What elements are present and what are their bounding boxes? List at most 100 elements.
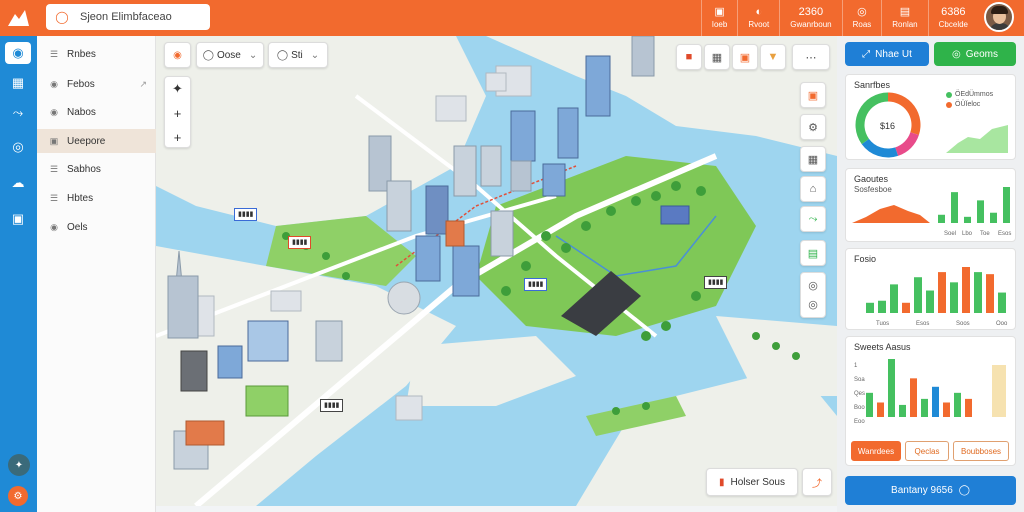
tab-label: Qeclas [914, 446, 940, 456]
layer-tool-4[interactable]: ⌂ [800, 176, 826, 202]
rail-route-icon[interactable]: ⤳ [5, 102, 31, 124]
layer-tool-5[interactable]: ⤳ [800, 206, 826, 232]
sidebar-item-6[interactable]: ☰ Hbtes [37, 186, 156, 210]
circle-icon: ◉ [50, 78, 58, 89]
secondary-action-button[interactable]: ◎ Geoms [934, 42, 1016, 66]
tab-label: Boubboses [960, 446, 1002, 456]
bar [910, 378, 917, 417]
logo-icon [8, 10, 29, 26]
map-marker-label[interactable]: ▮▮▮▮ [288, 236, 312, 249]
tick-label: Qes [854, 391, 865, 397]
bar [877, 402, 884, 417]
bar [902, 302, 910, 313]
bar [986, 274, 994, 313]
stop-icon: ■ [685, 51, 693, 63]
map-layers-button[interactable]: ◉ [164, 42, 191, 68]
map-tool-stop[interactable]: ■ [676, 44, 702, 70]
stat-icon: ◎ [857, 6, 867, 18]
map-view[interactable]: ◉ ◯ Oose ⌄ ◯ Sti ⌄ ✦ + + ■ ▦ ▣ ▼ ⋯ ▣ ⚙ ▦… [156, 36, 837, 506]
layer-tool-3[interactable]: ▦ [800, 146, 826, 172]
sidebar-item-7[interactable]: ◉ Oels [37, 215, 156, 239]
tick-label: Esos [998, 231, 1011, 237]
rail-cloud-icon[interactable]: ☁ [5, 172, 31, 194]
sidebar-item-2[interactable]: ◉ Febos ↗ [37, 72, 156, 96]
map-legend-label: Holser Sous [730, 476, 785, 488]
sidebar-item-4[interactable]: ▣ Ueepore [37, 129, 156, 153]
map-marker-label[interactable]: ▮▮▮▮ [234, 208, 258, 221]
bar [938, 272, 946, 313]
donut-chart [855, 92, 1008, 158]
mini-area-chart [946, 125, 1008, 153]
zoom-out-button[interactable]: + [165, 125, 190, 149]
avatar-body [989, 23, 1011, 30]
legend-dot [946, 91, 952, 98]
chevron-down-icon: ⌄ [310, 49, 320, 61]
rail-chat-icon[interactable]: ◎ [5, 136, 31, 158]
sidebar-item-5[interactable]: ☰ Sabhos [37, 157, 156, 181]
sidebar-item-label: Nabos [67, 106, 96, 118]
sidebar-item-1[interactable]: ☰ Rnbes [37, 42, 156, 66]
rail-home-icon[interactable]: ◉ [5, 42, 31, 64]
layer-tool-1[interactable]: ▣ [800, 82, 826, 108]
layer-tool-6[interactable]: ▤ [800, 240, 826, 266]
rail-image-icon[interactable]: ▣ [5, 208, 31, 230]
map-tool-cup[interactable]: ▼ [760, 44, 786, 70]
layer-tool-2[interactable]: ⚙ [800, 114, 826, 140]
top-stat-5[interactable]: ▤ Ronlan [881, 0, 927, 36]
bar [899, 404, 906, 417]
draw-tool-button[interactable]: ⤴ [802, 468, 832, 496]
app-logo[interactable] [0, 0, 36, 36]
search-box[interactable]: ◯ [46, 4, 210, 30]
stat-label: Rvoot [748, 20, 770, 29]
bar [914, 277, 922, 313]
legend-icon: ▮ [719, 476, 725, 488]
bar [965, 398, 972, 417]
top-stat-2[interactable]: ◐ Rvoot [737, 0, 779, 36]
tab-2[interactable]: Qeclas [905, 441, 949, 461]
app-root: ◯ ▣ Ioeb ◐ Rvoot 2360 Gwanrboun ◎ Roas ▤ Ronl… [0, 0, 1024, 512]
bar [943, 402, 950, 417]
bar [951, 192, 958, 223]
tick-label: Lbo [962, 231, 973, 237]
list-icon: ☰ [49, 48, 59, 59]
top-bar: ◯ ▣ Ioeb ◐ Rvoot 2360 Gwanrboun ◎ Roas ▤ Ronl… [0, 0, 1024, 36]
rail-grid-icon[interactable]: ▦ [5, 72, 31, 94]
list-icon: ☰ [49, 192, 59, 203]
layer-tool-7[interactable]: ◎ ◎ [800, 272, 826, 318]
map-marker-label[interactable]: ▮▮▮▮ [320, 399, 344, 412]
filter-icon: ◯ [276, 49, 289, 61]
primary-action-button[interactable]: ⤢ Nhae Ut [845, 42, 929, 66]
bar [962, 267, 970, 313]
top-stat-3[interactable]: 2360 Gwanrboun [779, 0, 841, 36]
map-tool-bag[interactable]: ▣ [732, 44, 758, 70]
donut-slice [861, 138, 899, 158]
filter-dropdown-2[interactable]: ◯ Sti ⌄ [268, 42, 328, 68]
top-stat-1[interactable]: ▣ Ioeb [700, 0, 738, 36]
top-stat-4[interactable]: ◎ Roas [841, 0, 882, 36]
tick-label: Soos [956, 321, 970, 327]
zoom-in-button[interactable]: + [165, 101, 190, 125]
legend-label: ÖEdÜmmos [955, 91, 994, 98]
search-input[interactable] [80, 11, 210, 23]
bar [926, 290, 934, 313]
zoom-control: ✦ + + [164, 76, 191, 148]
sidebar-item-label: Sabhos [67, 163, 101, 175]
tab-3[interactable]: Boubboses [953, 441, 1009, 461]
help-icon[interactable]: ✦ [8, 454, 30, 476]
settings-icon[interactable]: ⚙ [8, 486, 28, 506]
avatar[interactable] [984, 2, 1014, 32]
sidebar-item-3[interactable]: ◉ Nabos [37, 100, 156, 124]
top-stat-6[interactable]: 6386 Cbcelde [927, 0, 978, 36]
map-marker-label[interactable]: ▮▮▮▮ [524, 278, 548, 291]
plus-icon: + [173, 129, 182, 145]
filter-dropdown-1[interactable]: ◯ Oose ⌄ [196, 42, 264, 68]
map-legend-button[interactable]: ▮ Holser Sous [706, 468, 798, 496]
map-tool-grid[interactable]: ▦ [704, 44, 730, 70]
tab-1[interactable]: Wanrdees [851, 441, 901, 461]
locate-button[interactable]: ✦ [165, 77, 190, 101]
filter-icon: ◯ [202, 49, 214, 61]
map-marker-label[interactable]: ▮▮▮▮ [704, 276, 728, 289]
bottom-action-button[interactable]: Bantany 9656 ◯ [845, 476, 1016, 505]
bag-icon: ▣ [739, 51, 751, 64]
map-tool-more[interactable]: ⋯ [792, 44, 830, 70]
